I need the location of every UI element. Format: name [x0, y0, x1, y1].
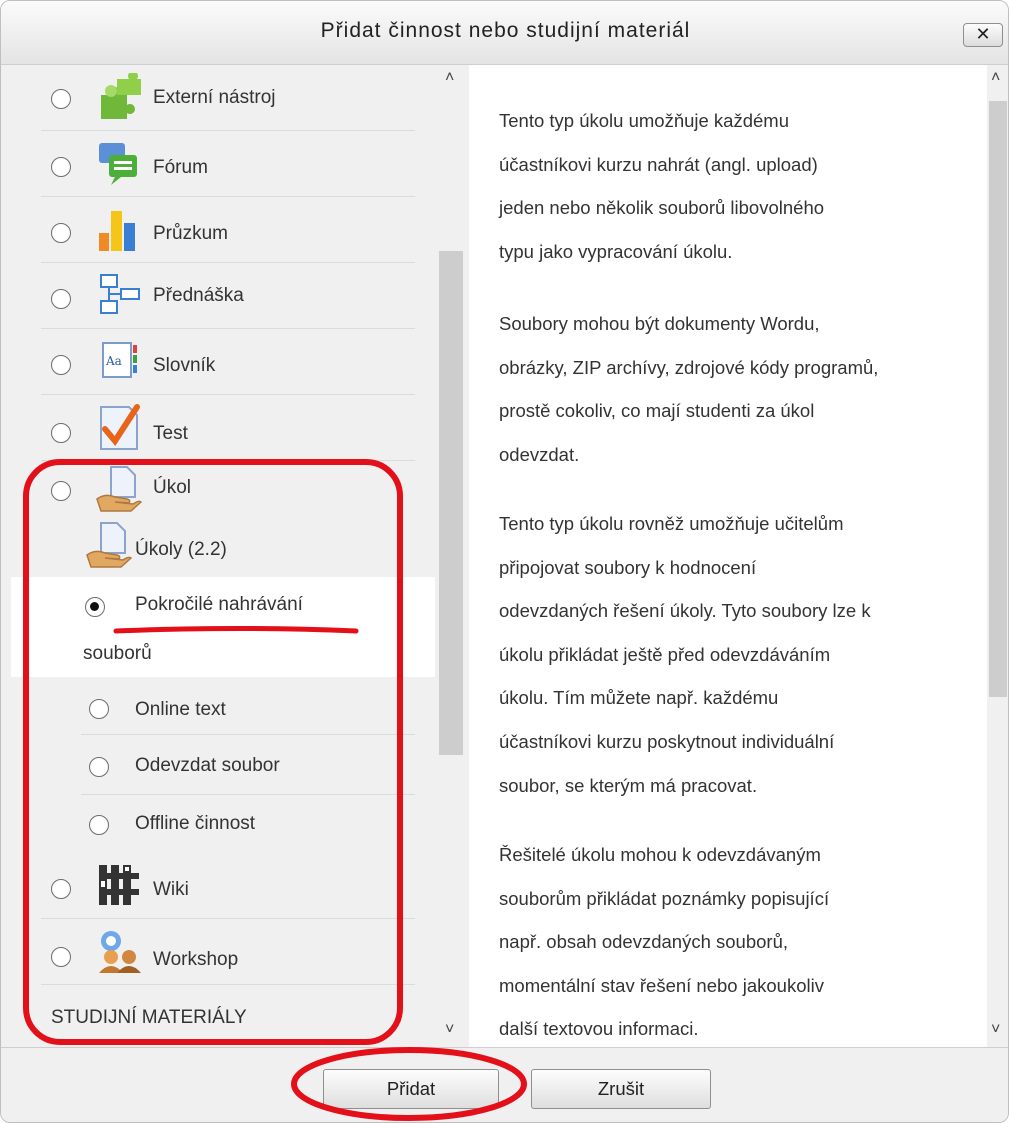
option-label: Přednáška	[153, 285, 244, 306]
radio-assignment[interactable]	[51, 481, 71, 501]
quiz-icon	[100, 404, 140, 450]
option-external-tool[interactable]: Externí nástroj	[11, 65, 435, 131]
radio-glossary[interactable]	[51, 355, 71, 375]
close-icon: ✕	[975, 24, 991, 44]
description-scrollbar[interactable]: ˄ ˅	[987, 65, 1008, 1047]
scroll-up-arrow-icon[interactable]: ˄	[445, 69, 454, 87]
group-legacy-assignment: Úkoly (2.2)	[11, 521, 435, 577]
option-upload-single[interactable]: Odevzdat soubor	[11, 735, 435, 795]
forum-icon	[99, 143, 137, 185]
option-lesson[interactable]: Přednáška	[11, 263, 435, 329]
option-offline[interactable]: Offline činnost	[11, 795, 435, 853]
radio-quiz[interactable]	[51, 423, 71, 443]
description-paragraph: Tento typ úkolu rovněž umožňuje učitelům…	[499, 513, 871, 796]
description-paragraph: Tento typ úkolu umožňuje každému účastní…	[499, 110, 825, 262]
option-label: Online text	[135, 699, 226, 720]
close-button[interactable]: ✕	[963, 23, 1003, 47]
radio-lesson[interactable]	[51, 289, 71, 309]
group-label: Úkoly (2.2)	[135, 539, 227, 560]
scrollbar-thumb[interactable]	[439, 251, 463, 755]
puzzle-icon	[101, 73, 141, 119]
radio-workshop[interactable]	[51, 947, 71, 967]
option-label: Pokročilé nahrávání	[135, 594, 303, 615]
option-label: Wiki	[153, 879, 189, 900]
radio-offline[interactable]	[89, 815, 109, 835]
description-pane: Tento typ úkolu umožňuje každému účastní…	[469, 65, 987, 1047]
option-quiz[interactable]: Test	[11, 395, 435, 461]
radio-external-tool[interactable]	[51, 89, 71, 109]
option-label: Offline činnost	[135, 813, 256, 834]
dialog-header: Přidat činnost nebo studijní materiál ✕	[1, 1, 1008, 65]
add-button[interactable]: Přidat	[323, 1069, 499, 1109]
dialog-footer: Přidat Zrušit	[1, 1047, 1008, 1122]
option-assignment[interactable]: Úkol	[11, 461, 435, 521]
radio-survey[interactable]	[51, 223, 71, 243]
option-label: Průzkum	[153, 223, 228, 244]
dialog-title: Přidat činnost nebo studijní materiál	[320, 19, 691, 42]
workshop-icon	[99, 931, 141, 973]
assignment-icon	[86, 522, 133, 568]
option-label: Externí nástroj	[153, 87, 276, 108]
scroll-down-arrow-icon[interactable]: ˅	[445, 1021, 454, 1039]
wiki-icon	[99, 865, 139, 905]
radio-upload-single[interactable]	[89, 757, 109, 777]
option-workshop[interactable]: Workshop	[11, 919, 435, 985]
svg-text:Aa: Aa	[105, 354, 122, 368]
scroll-up-arrow-icon[interactable]: ˄	[991, 69, 1000, 87]
option-label-continued: souborů	[83, 643, 152, 664]
scroll-down-arrow-icon[interactable]: ˅	[991, 1021, 1000, 1039]
radio-online-text[interactable]	[89, 699, 109, 719]
radio-wiki[interactable]	[51, 879, 71, 899]
option-glossary[interactable]: Aa Slovník	[11, 329, 435, 395]
description-paragraph: Řešitelé úkolu mohou k odevzdávaným soub…	[499, 844, 830, 1040]
option-forum[interactable]: Fórum	[11, 131, 435, 197]
bar-chart-icon	[99, 211, 135, 251]
assignment-icon	[96, 466, 143, 512]
radio-advanced-upload[interactable]	[85, 597, 105, 617]
resources-heading: STUDIJNÍ MATERIÁLY	[51, 1007, 247, 1028]
glossary-icon: Aa	[102, 342, 137, 378]
scrollbar-thumb[interactable]	[989, 101, 1007, 697]
option-label: Workshop	[153, 949, 239, 970]
description-paragraph: Soubory mohou být dokumenty Wordu, obráz…	[499, 313, 879, 465]
options-scrollbar[interactable]: ˄ ˅	[435, 65, 467, 1047]
radio-forum[interactable]	[51, 157, 71, 177]
option-label: Slovník	[153, 355, 216, 376]
option-label: Test	[153, 423, 188, 444]
option-label: Odevzdat soubor	[135, 755, 280, 776]
option-label: Fórum	[153, 157, 208, 178]
add-activity-dialog: Přidat činnost nebo studijní materiál ✕ …	[0, 0, 1009, 1123]
option-advanced-upload[interactable]: Pokročilé nahrávání souborů	[11, 577, 435, 677]
option-label: Úkol	[153, 477, 192, 498]
activity-options-list: Externí nástroj Fórum Průzkum Přednáška …	[11, 65, 435, 1047]
lesson-icon	[100, 274, 140, 314]
cancel-button[interactable]: Zrušit	[531, 1069, 711, 1109]
option-survey[interactable]: Průzkum	[11, 197, 435, 263]
option-online-text[interactable]: Online text	[11, 677, 435, 735]
option-wiki[interactable]: Wiki	[11, 853, 435, 919]
